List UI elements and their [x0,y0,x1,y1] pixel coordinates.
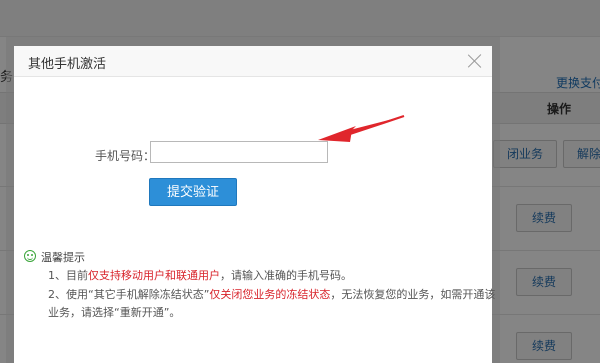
tips-header: 温馨提示 [24,250,484,266]
dialog-title: 其他手机激活 [28,57,107,72]
tip-highlight: 仅关闭您业务的冻结状态 [209,288,331,301]
tips-heading: 温馨提示 [41,251,85,264]
tip-text: 1、目前 [48,269,88,282]
tip-text: 业务，请选择“重新开通”。 [48,306,181,319]
tip-text: ，无法恢复您的业务，如需开通该 [330,288,496,301]
tip-highlight: 仅支持移动用户和联通用户 [88,269,220,282]
tips-section: 温馨提示 1、目前仅支持移动用户和联通用户，请输入准确的手机号码。 2、使用“其… [24,250,495,319]
phone-number-label: 手机号码： [95,149,156,163]
phone-number-input[interactable] [150,141,328,163]
dialog-title-bar: 其他手机激活 [14,46,492,77]
close-icon[interactable] [466,52,484,70]
tip-line-3: 业务，请选择“重新开通”。 [48,305,180,321]
smile-icon [24,250,36,262]
tip-text: 2、使用“其它手机解除冻结状态” [48,288,210,301]
tip-line-2: 2、使用“其它手机解除冻结状态”仅关闭您业务的冻结状态，无法恢复您的业务，如需开… [48,287,495,303]
tip-text: ，请输入准确的手机号码。 [220,269,352,282]
tip-line-1: 1、目前仅支持移动用户和联通用户，请输入准确的手机号码。 [48,268,352,284]
submit-verification-button[interactable]: 提交验证 [149,178,237,206]
activate-phone-dialog: 其他手机激活 手机号码： 提交验证 温馨提示 1、目前仅支持移动用户和联通用户，… [14,46,495,363]
